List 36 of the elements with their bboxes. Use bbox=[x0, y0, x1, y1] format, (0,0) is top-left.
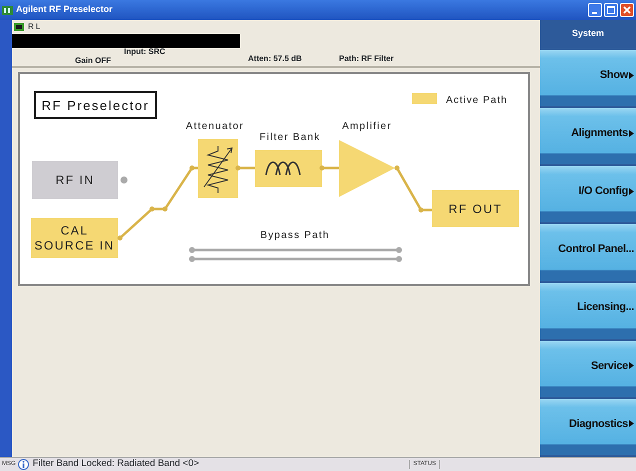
stage-label: Amplifier bbox=[342, 121, 392, 132]
legend-swatch bbox=[412, 93, 437, 104]
diagram-title: RF Preselector bbox=[42, 98, 150, 113]
window-title: Agilent RF Preselector bbox=[16, 3, 113, 16]
connector-dot-icon bbox=[120, 176, 128, 184]
block-label: RF OUT bbox=[448, 202, 502, 216]
close-icon bbox=[623, 6, 631, 14]
softkey-button[interactable]: Diagnostics bbox=[540, 398, 636, 455]
app-icon bbox=[2, 6, 13, 14]
stage-label: Attenuator bbox=[186, 121, 244, 132]
signal-path bbox=[394, 166, 432, 212]
path-label: Path: RF Filter bbox=[339, 53, 394, 65]
block-label: CAL SOURCE IN bbox=[34, 224, 115, 252]
bypass-label: Bypass Path bbox=[260, 230, 330, 241]
input-label: Input: SRC bbox=[124, 46, 166, 58]
minimize-button[interactable] bbox=[588, 3, 602, 17]
signal-path bbox=[236, 166, 255, 170]
softkey-button[interactable]: Show bbox=[540, 50, 636, 106]
indicator-label: RL bbox=[28, 21, 42, 33]
maximize-button[interactable] bbox=[604, 3, 618, 17]
softkey-button[interactable]: Control Panel... bbox=[540, 224, 636, 281]
block-label: RF IN bbox=[56, 173, 94, 187]
close-button[interactable] bbox=[620, 3, 634, 17]
softkey-button[interactable]: Service bbox=[540, 340, 636, 397]
legend-label: Active Path bbox=[446, 95, 508, 106]
softkey-button[interactable]: Alignments bbox=[540, 108, 636, 164]
stage-label: Filter Bank bbox=[260, 132, 320, 143]
status-message: Filter Band Locked: Radiated Band <0> bbox=[32, 457, 200, 471]
maximize-icon bbox=[607, 6, 615, 14]
atten-label: Atten: 57.5 dB bbox=[248, 53, 302, 65]
signal-path bbox=[320, 166, 339, 170]
info-icon bbox=[18, 459, 29, 470]
status-indicator-icon bbox=[14, 23, 24, 31]
softkey-button[interactable]: I/O Config bbox=[540, 166, 636, 222]
gain-label: Gain OFF bbox=[75, 55, 111, 67]
softkey-button[interactable]: Licensing... bbox=[540, 282, 636, 339]
